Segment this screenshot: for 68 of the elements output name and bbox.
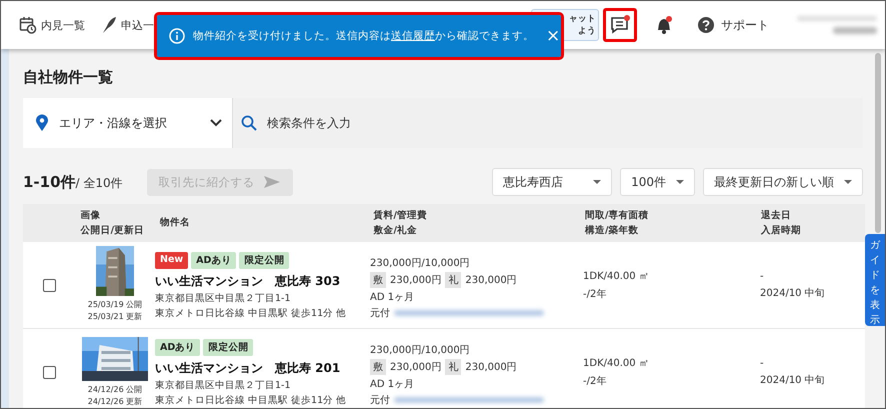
location-pin-icon <box>35 114 49 132</box>
column-header: 画像 公開日/更新日 <box>79 208 146 238</box>
property-address: 東京都目黒区中目黒２丁目1-1 <box>155 292 292 305</box>
column-header: 退去日 入居時期 <box>760 208 802 238</box>
column-header: 間取/専有面積 構造/築年数 <box>585 208 650 238</box>
key-money-mark: 礼 <box>445 359 462 375</box>
sort-dropdown[interactable]: 最終更新日の新しい順 <box>703 168 863 196</box>
deposit-mark: 敷 <box>370 359 386 375</box>
feather-icon <box>101 16 117 34</box>
scrollbar[interactable] <box>875 53 881 233</box>
deposit-amount: 230,000円 <box>390 361 442 374</box>
publish-date: 25/03/19 公開 <box>88 299 142 311</box>
move-out-date: - <box>760 270 764 282</box>
info-icon <box>169 28 185 44</box>
agent-label: 元付 <box>370 307 390 320</box>
key-money-amount: 230,000円 <box>465 361 517 374</box>
chat-button[interactable] <box>603 8 637 42</box>
property-name[interactable]: いい生活マンション 恵比寿 303 <box>155 273 370 290</box>
calendar-icon <box>19 16 37 34</box>
layout-text: 1DK/40.00 ㎡ <box>583 270 649 283</box>
store-dropdown[interactable]: 恵比寿西店 <box>492 168 612 196</box>
ad-text: AD 1ヶ月 <box>370 291 416 304</box>
station-access: 東京メトロ日比谷線 中目黒駅 徒歩11分 他 <box>155 307 348 320</box>
toast-message: 物件紹介を受け付けました。送信内容は送信履歴から確認できます。 <box>193 29 534 43</box>
status-tag: 限定公開 <box>203 339 254 356</box>
page-title: 自社物件一覧 <box>23 67 114 88</box>
structure-text: -/2年 <box>583 288 606 301</box>
agent-label: 元付 <box>370 394 390 407</box>
row-checkbox[interactable] <box>42 278 56 292</box>
station-access: 東京メトロ日比谷線 中目黒駅 徒歩11分 他 <box>155 394 348 407</box>
status-tag: 限定公開 <box>239 252 290 269</box>
per-page-dropdown[interactable]: 100件 <box>620 168 695 196</box>
support-link[interactable]: サポート <box>697 16 769 34</box>
move-in-date: 2024/10 中旬 <box>760 374 825 386</box>
layout-text: 1DK/40.00 ㎡ <box>583 357 649 370</box>
search-icon <box>241 115 257 131</box>
status-tag: ADあり <box>191 252 236 269</box>
column-header: 賃料/管理費 敷金/礼金 <box>374 208 428 238</box>
chat-icon <box>610 15 630 35</box>
nav-link[interactable]: 内見一覧 <box>19 16 85 34</box>
search-field[interactable]: 検索条件を入力 <box>233 98 863 148</box>
move-in-date: 2024/10 中旬 <box>760 286 825 300</box>
rent-text: 230,000円/10,000円 <box>370 257 471 270</box>
search-input[interactable]: 検索条件を入力 <box>265 115 863 131</box>
key-money-mark: 礼 <box>445 272 462 288</box>
structure-text: -/2年 <box>583 375 606 388</box>
status-tag: New <box>155 252 188 269</box>
status-tag: ADあり <box>155 339 200 356</box>
update-date: 25/03/21 更新 <box>88 311 142 323</box>
send-icon <box>262 175 281 189</box>
help-icon <box>697 16 715 34</box>
property-name[interactable]: いい生活マンション 恵比寿 201 <box>155 360 370 377</box>
publish-date: 24/12/26 公開 <box>88 384 142 396</box>
result-count: 1-10件/ 全10件 <box>23 172 123 192</box>
key-money-amount: 230,000円 <box>465 274 517 287</box>
column-header: 物件名 <box>160 216 192 230</box>
rent-text: 230,000円/10,000円 <box>370 344 471 357</box>
ad-text: AD 1ヶ月 <box>370 378 416 391</box>
move-out-date: - <box>760 358 764 368</box>
nav-link[interactable]: 申込一 <box>101 16 154 34</box>
chevron-down-icon <box>210 119 222 127</box>
deposit-mark: 敷 <box>370 272 386 288</box>
row-checkbox[interactable] <box>42 366 56 378</box>
property-address: 東京都目黒区中目黒２丁目1-1 <box>155 379 292 392</box>
guide-tab[interactable]: ガイドを表示 <box>865 234 885 326</box>
history-link[interactable]: 送信履歴 <box>391 30 435 42</box>
update-date: 24/12/26 更新 <box>88 396 142 408</box>
deposit-amount: 230,000円 <box>390 274 442 287</box>
